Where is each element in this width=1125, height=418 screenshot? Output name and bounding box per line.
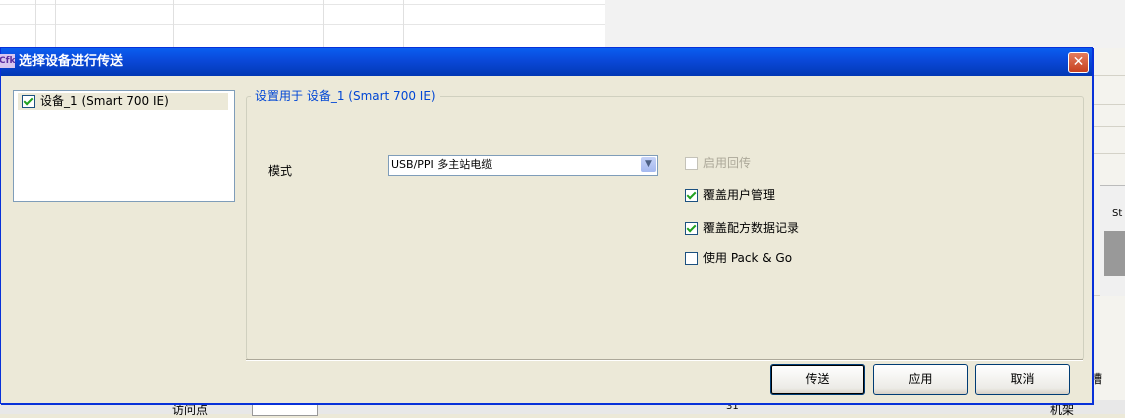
dialog-title: 选择设备进行传送 [19,54,124,69]
app-icon: Cfk [0,54,16,68]
close-button[interactable]: ✕ [1068,52,1089,73]
chevron-down-icon[interactable]: ▼ [641,157,656,172]
pack-and-go-checkbox[interactable] [685,252,698,265]
device-tree-label: 设备_1 (Smart 700 IE) [40,94,169,108]
overwrite-recipe-label[interactable]: 覆盖配方数据记录 [703,221,799,235]
transfer-button[interactable]: 传送 [770,364,865,395]
cancel-button[interactable]: 取消 [975,364,1070,395]
settings-group: 设置用于 设备_1 (Smart 700 IE) [246,89,1084,360]
dialog-titlebar[interactable]: Cfk 选择设备进行传送 ✕ [0,48,1092,76]
mode-label: 模式 [268,164,293,178]
overwrite-user-admin-label[interactable]: 覆盖用户管理 [703,188,775,202]
enable-upload-label: 启用回传 [703,156,752,170]
settings-group-title: 设置用于 设备_1 (Smart 700 IE) [251,89,440,103]
apply-button[interactable]: 应用 [873,364,968,395]
device-tree: 设备_1 (Smart 700 IE) [13,90,235,202]
button-separator [246,359,1083,361]
background-device-preview: St [1100,185,1125,296]
mode-select-value: USB/PPI 多主站电缆 [391,158,493,171]
overwrite-recipe-checkbox[interactable] [685,222,698,235]
overwrite-user-admin-checkbox[interactable] [685,189,698,202]
transfer-dialog: Cfk 选择设备进行传送 ✕ 设备_1 (Smart 700 IE) 设置用于 … [0,47,1093,404]
mode-select[interactable]: USB/PPI 多主站电缆 ▼ [388,155,658,176]
background-panel [605,0,1125,48]
enable-upload-checkbox [685,157,698,170]
device-tree-item[interactable]: 设备_1 (Smart 700 IE) [18,93,228,110]
device-checkbox[interactable] [22,95,35,108]
background-side-text: St [1112,208,1123,219]
background-table [0,0,606,48]
pack-and-go-label[interactable]: 使用 Pack & Go [703,251,792,265]
device-thumbnail [1104,231,1125,276]
